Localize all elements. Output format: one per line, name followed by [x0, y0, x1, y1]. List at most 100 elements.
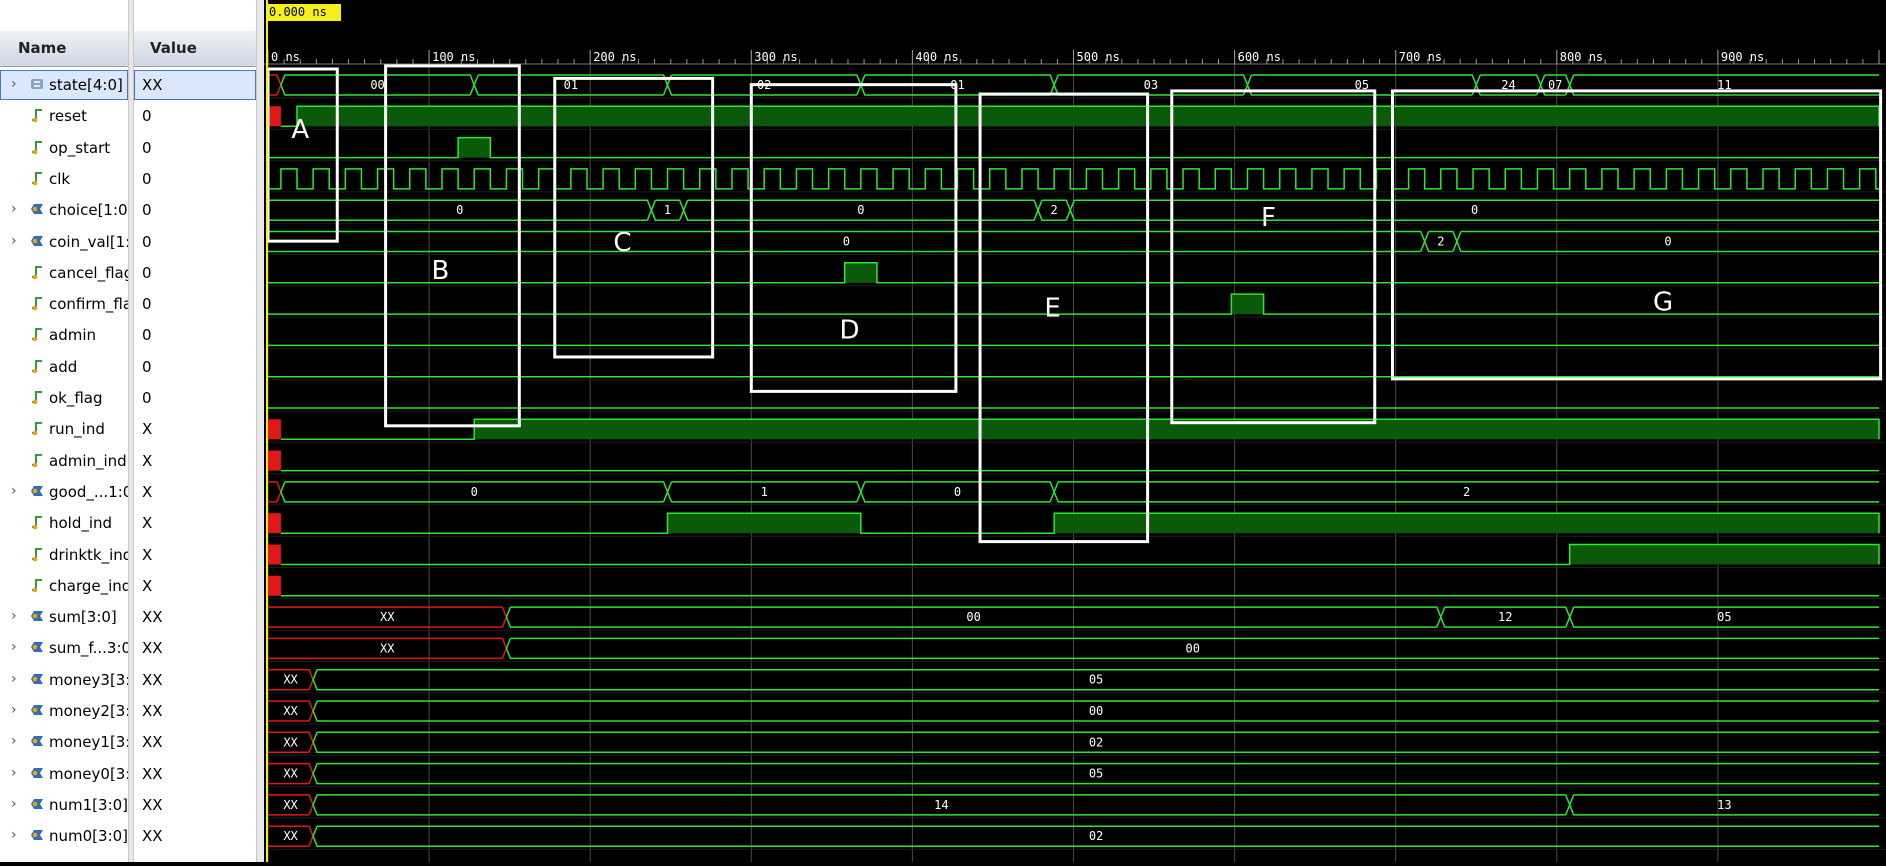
expand-chevron-icon[interactable]: › — [11, 76, 17, 92]
bus-icon — [29, 733, 45, 749]
value-row[interactable]: X — [134, 414, 256, 445]
signal-value: X — [142, 576, 153, 595]
expand-chevron-icon[interactable]: › — [11, 201, 17, 217]
signal-name: clk — [49, 169, 71, 188]
name-column-header[interactable]: Name — [0, 31, 128, 67]
signal-value: XX — [142, 76, 163, 94]
bus-value-label: 02 — [1089, 735, 1103, 749]
bit-icon — [29, 326, 45, 342]
value-row[interactable]: XX — [134, 821, 256, 852]
expand-chevron-icon[interactable]: › — [11, 796, 17, 812]
signal-row[interactable]: drinktk_ind — [0, 540, 128, 571]
signal-row[interactable]: › coin_val[1:0] — [0, 227, 128, 258]
value-row[interactable]: X — [134, 477, 256, 508]
expand-chevron-icon[interactable]: › — [11, 483, 17, 499]
bus-segment — [268, 481, 282, 503]
signal-row[interactable]: run_ind — [0, 414, 128, 445]
signal-name: admin_ind — [49, 451, 127, 470]
signal-name: state[4:0] — [49, 76, 123, 94]
signal-row[interactable]: hold_ind — [0, 508, 128, 539]
bus-icon — [29, 233, 45, 249]
signal-row[interactable]: › choice[1:0] — [0, 195, 128, 226]
value-row[interactable]: 0 — [134, 383, 256, 414]
bus-value-label: XX — [283, 735, 298, 749]
value-row[interactable]: XX — [134, 727, 256, 758]
signal-value: XX — [142, 764, 163, 783]
high-region — [458, 137, 491, 158]
waveform-canvas[interactable]: 0 ns 100 ns 200 ns 300 ns 400 ns 500 ns 600 ns… — [264, 0, 1886, 862]
annotation-label: C — [613, 228, 631, 258]
annotation-box — [1170, 89, 1377, 425]
signal-row[interactable]: clk — [0, 164, 128, 195]
signal-row[interactable]: › good_...1:0] — [0, 477, 128, 508]
signal-row[interactable]: › num0[3:0] — [0, 821, 128, 852]
bus-value-label: 2 — [1437, 235, 1444, 249]
signal-row[interactable]: op_start — [0, 133, 128, 164]
signal-value: XX — [142, 670, 163, 689]
expand-chevron-icon[interactable]: › — [11, 608, 17, 624]
expand-chevron-icon[interactable]: › — [11, 765, 17, 781]
panel-divider[interactable] — [256, 0, 264, 862]
value-row[interactable]: 0 — [134, 258, 256, 289]
signal-row[interactable]: admin — [0, 320, 128, 351]
bus-value-label: XX — [283, 704, 298, 718]
signal-row[interactable]: charge_ind — [0, 571, 128, 602]
signal-row[interactable]: › money0[3:0] — [0, 759, 128, 790]
ruler-tick-label: 400 ns — [915, 50, 958, 64]
expand-chevron-icon[interactable]: › — [11, 827, 17, 843]
expand-chevron-icon[interactable]: › — [11, 671, 17, 687]
value-row[interactable]: X — [134, 571, 256, 602]
signal-row[interactable]: add — [0, 352, 128, 383]
expand-chevron-icon[interactable]: › — [11, 733, 17, 749]
signal-value: X — [142, 420, 153, 439]
annotation-box — [1390, 89, 1883, 381]
signal-row[interactable]: › money3[3:0] — [0, 665, 128, 696]
signal-row[interactable]: admin_ind — [0, 446, 128, 477]
signal-value: X — [142, 482, 153, 501]
signal-row[interactable]: › num1[3:0] — [0, 790, 128, 821]
value-row[interactable]: XX — [134, 790, 256, 821]
signal-row[interactable]: › money2[3:0] — [0, 696, 128, 727]
signal-row[interactable]: cancel_flag — [0, 258, 128, 289]
signal-row[interactable]: reset — [0, 101, 128, 132]
signal-name: num0[3:0] — [49, 827, 128, 846]
bus-icon — [29, 796, 45, 812]
value-row[interactable]: XX — [134, 759, 256, 790]
value-row[interactable]: 0 — [134, 289, 256, 320]
bit-icon — [29, 514, 45, 530]
signal-row[interactable]: › money1[3:0] — [0, 727, 128, 758]
value-row[interactable]: XX — [134, 665, 256, 696]
value-row[interactable]: X — [134, 446, 256, 477]
value-row[interactable]: XX — [134, 696, 256, 727]
signal-value: 0 — [142, 201, 152, 220]
signal-value: 0 — [142, 263, 152, 282]
value-row[interactable]: XX — [134, 70, 256, 101]
signal-row[interactable]: › sum[3:0] — [0, 602, 128, 633]
bus-value-label: XX — [283, 829, 298, 843]
value-row[interactable]: 0 — [134, 227, 256, 258]
bus-value-label: 0 — [954, 485, 961, 499]
value-row[interactable]: 0 — [134, 195, 256, 226]
value-row[interactable]: X — [134, 508, 256, 539]
value-row[interactable]: 0 — [134, 320, 256, 351]
signal-row[interactable]: › state[4:0] — [0, 70, 128, 101]
value-row[interactable]: 0 — [134, 164, 256, 195]
bus-icon — [29, 608, 45, 624]
expand-chevron-icon[interactable]: › — [11, 702, 17, 718]
value-row[interactable]: XX — [134, 633, 256, 664]
value-row[interactable]: 0 — [134, 101, 256, 132]
bus-icon — [29, 639, 45, 655]
signal-row[interactable]: ok_flag — [0, 383, 128, 414]
signal-value: 0 — [142, 169, 152, 188]
signal-row[interactable]: › sum_f...3:0] — [0, 633, 128, 664]
value-row[interactable]: XX — [134, 602, 256, 633]
expand-chevron-icon[interactable]: › — [11, 639, 17, 655]
bus-value-label: 0 — [1664, 235, 1671, 249]
value-row[interactable]: 0 — [134, 352, 256, 383]
expand-chevron-icon[interactable]: › — [11, 233, 17, 249]
value-row[interactable]: 0 — [134, 133, 256, 164]
signal-row[interactable]: confirm_flag — [0, 289, 128, 320]
value-column-header[interactable]: Value — [134, 31, 256, 67]
time-cursor[interactable] — [266, 0, 268, 862]
value-row[interactable]: X — [134, 540, 256, 571]
